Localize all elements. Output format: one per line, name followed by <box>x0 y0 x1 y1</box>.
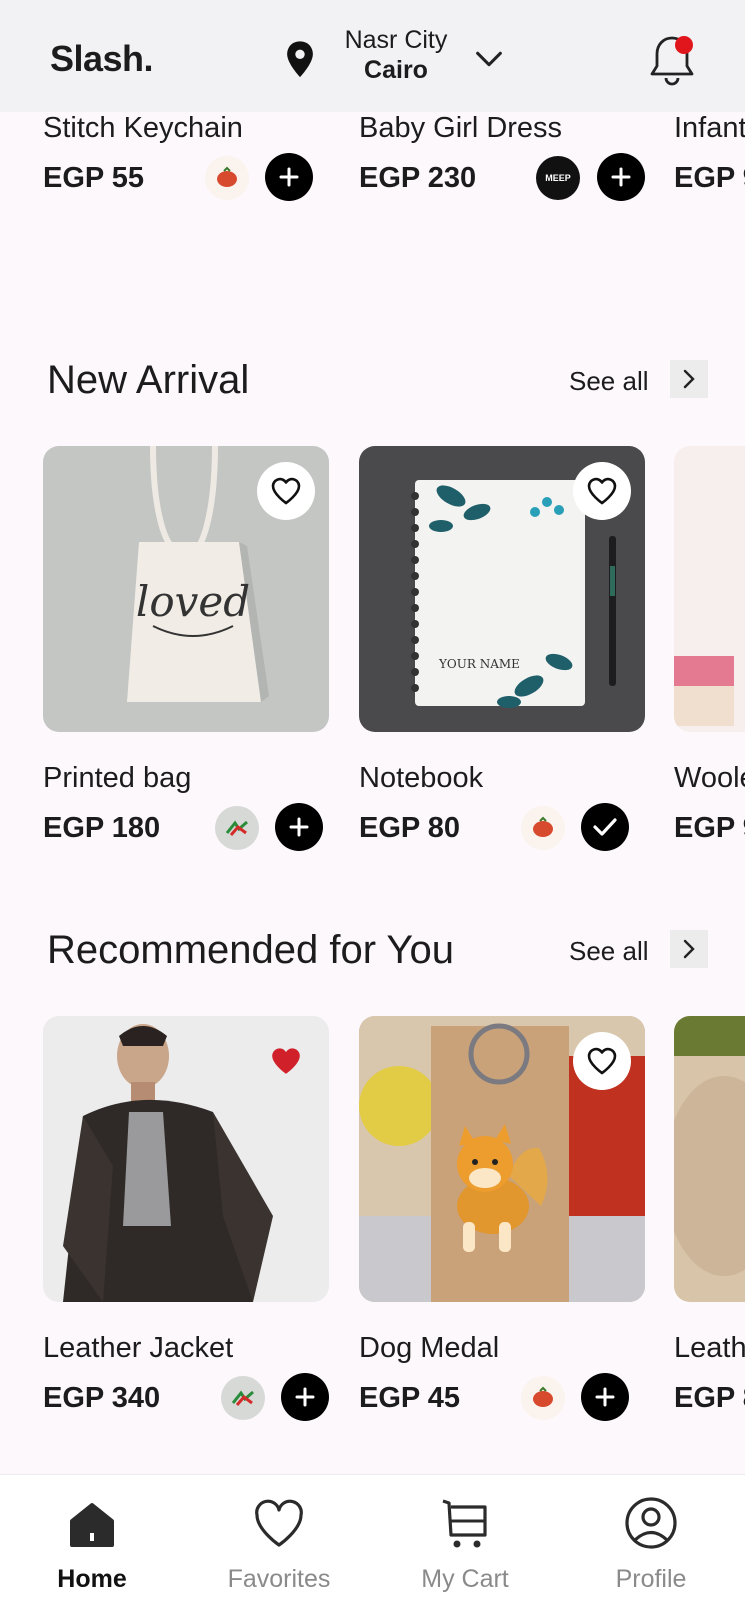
app-header: Slash. Nasr City Cairo <box>0 0 745 112</box>
nav-item-profile[interactable]: Profile <box>566 1475 736 1600</box>
profile-icon <box>625 1497 677 1549</box>
product-name: Baby Girl Dress <box>359 112 563 144</box>
product-price: EGP 180 <box>43 812 161 844</box>
location-pin-icon[interactable] <box>282 40 318 80</box>
favorite-button[interactable] <box>257 1032 315 1090</box>
see-all-arrow-button[interactable] <box>670 930 708 968</box>
bag-print-text: loved <box>136 577 250 626</box>
product-name: Printed bag <box>43 762 192 794</box>
nav-item-favorites[interactable]: Favorites <box>194 1475 364 1600</box>
chevron-down-icon[interactable] <box>472 44 506 74</box>
product-name: Leather Jacket <box>43 1332 234 1364</box>
product-name: Leath <box>674 1332 745 1364</box>
product-price: EGP 55 <box>43 162 145 194</box>
favorite-button[interactable] <box>573 1032 631 1090</box>
product-price: EGP 9 <box>674 812 745 844</box>
plus-icon <box>611 167 631 187</box>
product-name: Notebook <box>359 762 484 794</box>
add-to-cart-button[interactable] <box>581 1373 629 1421</box>
seller-logo <box>221 1376 265 1420</box>
favorite-button[interactable] <box>573 462 631 520</box>
product-image[interactable] <box>359 1016 645 1302</box>
seller-logo-text: MEEP <box>545 173 571 183</box>
product-name: Infant <box>674 112 745 144</box>
location-region: Cairo <box>364 56 428 84</box>
seller-logo <box>521 1376 565 1420</box>
in-cart-button[interactable] <box>581 803 629 851</box>
nav-label: Home <box>57 1565 127 1593</box>
product-name: Woole <box>674 762 745 794</box>
seller-logo <box>205 156 249 200</box>
product-image[interactable] <box>674 446 745 732</box>
product-name: Stitch Keychain <box>43 112 243 144</box>
app-logo[interactable]: Slash. <box>50 38 154 80</box>
cart-icon <box>442 1499 487 1548</box>
section-header-new-arrival: New Arrival See all <box>0 352 745 412</box>
recommended-row: Leather Jacket EGP 340 Dog Medal EGP 45 … <box>0 1016 745 1421</box>
plus-icon <box>595 1387 615 1407</box>
nav-label: My Cart <box>421 1565 509 1593</box>
product-name: Dog Medal <box>359 1332 500 1364</box>
favorite-button[interactable] <box>257 462 315 520</box>
home-icon <box>70 1503 114 1547</box>
notification-bell-icon[interactable] <box>646 30 698 88</box>
see-all-link[interactable]: See all <box>569 366 649 397</box>
product-price: EGP 80 <box>359 812 461 844</box>
plus-icon <box>295 1387 315 1407</box>
product-price: EGP 230 <box>359 162 477 194</box>
add-to-cart-button[interactable] <box>265 153 313 201</box>
section-header-recommended: Recommended for You See all <box>0 922 745 982</box>
add-to-cart-button[interactable] <box>275 803 323 851</box>
nav-label: Favorites <box>227 1565 331 1593</box>
chevron-right-icon <box>683 939 695 959</box>
product-image[interactable] <box>43 1016 329 1302</box>
home-feed[interactable]: Stitch Keychain EGP 55 Baby Girl Dress E… <box>0 112 745 1474</box>
product-price: EGP 8 <box>674 1382 745 1414</box>
see-all-link[interactable]: See all <box>569 936 649 967</box>
product-image[interactable] <box>674 1016 745 1302</box>
product-image[interactable]: YOUR NAME <box>359 446 645 732</box>
nav-item-home[interactable]: Home <box>7 1475 177 1600</box>
seller-logo <box>215 806 259 850</box>
heart-outline-icon <box>587 1047 617 1075</box>
nav-label: Profile <box>615 1565 687 1593</box>
section-title: Recommended for You <box>47 928 454 972</box>
heart-outline-icon <box>271 477 301 505</box>
new-arrival-row: loved Printed bag EGP 180 YOUR NAME Note… <box>0 446 745 851</box>
notebook-print-text: YOUR NAME <box>438 657 520 671</box>
seller-logo <box>521 806 565 850</box>
product-price: EGP 340 <box>43 1382 161 1414</box>
heart-outline-icon <box>587 477 617 505</box>
add-to-cart-button[interactable] <box>597 153 645 201</box>
seller-logo: MEEP <box>536 156 580 200</box>
product-image[interactable]: loved <box>43 446 329 732</box>
product-price: EGP 9 <box>674 162 745 194</box>
nav-item-my-cart[interactable]: My Cart <box>380 1475 550 1600</box>
top-product-row: Stitch Keychain EGP 55 Baby Girl Dress E… <box>0 112 745 201</box>
notification-dot <box>675 36 693 54</box>
add-to-cart-button[interactable] <box>281 1373 329 1421</box>
plus-icon <box>279 167 299 187</box>
bottom-navigation: Home Favorites My Cart Profile <box>0 1474 745 1600</box>
section-title: New Arrival <box>47 358 250 402</box>
product-price: EGP 45 <box>359 1382 461 1414</box>
chevron-right-icon <box>683 369 695 389</box>
heart-filled-icon <box>272 1048 300 1074</box>
plus-icon <box>289 817 309 837</box>
location-selector[interactable]: Nasr City Cairo <box>336 26 456 85</box>
see-all-arrow-button[interactable] <box>670 360 708 398</box>
location-city: Nasr City <box>344 26 448 54</box>
checkmark-icon <box>593 818 617 836</box>
heart-icon <box>255 1499 303 1547</box>
